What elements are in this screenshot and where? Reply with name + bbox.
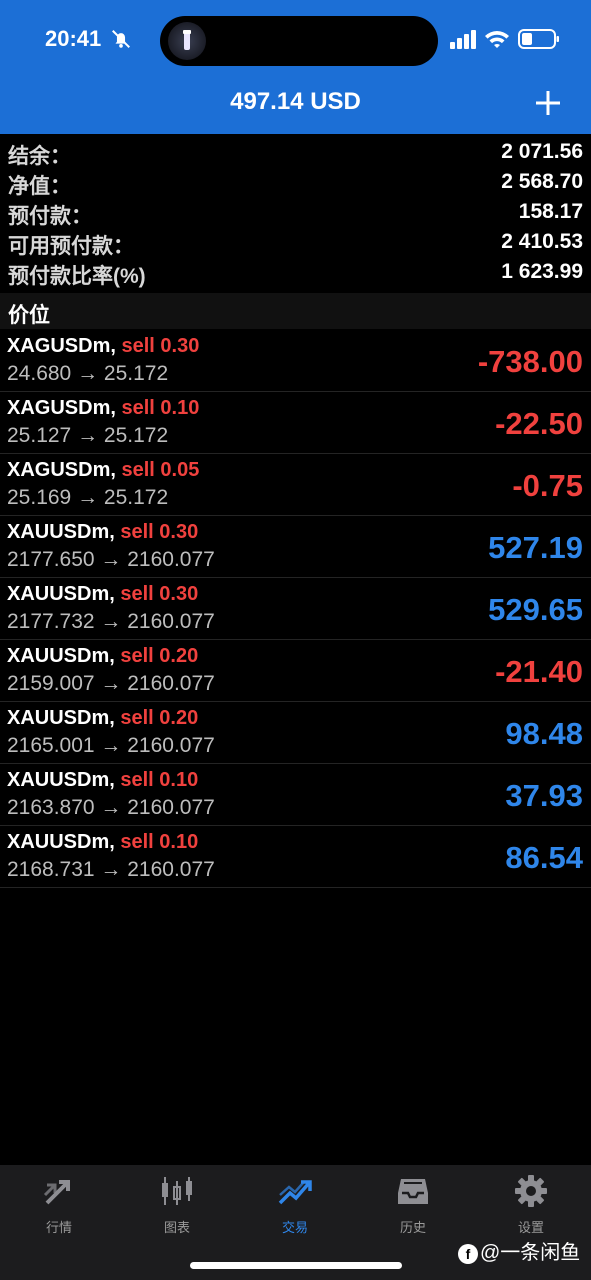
- position-row[interactable]: XAUUSDm, sell 0.30 2177.650 → 2160.077 5…: [0, 516, 591, 578]
- position-prices: 25.169 → 25.172: [7, 486, 169, 509]
- position-prices: 2165.001 → 2160.077: [7, 734, 215, 757]
- position-row[interactable]: XAUUSDm, sell 0.20 2165.001 → 2160.077 9…: [0, 702, 591, 764]
- position-symbol: XAUUSDm,: [7, 583, 115, 605]
- positions-list: XAGUSDm, sell 0.30 24.680 → 25.172 -738.…: [0, 330, 591, 888]
- summary-row-free-margin: 可用预付款： 2 410.53: [0, 228, 591, 258]
- account-summary: 结余： 2 071.56 净值： 2 568.70 预付款： 158.17 可用…: [0, 138, 591, 288]
- flashlight-icon: [168, 22, 206, 60]
- position-symbol: XAGUSDm,: [7, 397, 116, 419]
- tab-settings[interactable]: 设置: [472, 1173, 590, 1239]
- position-side: sell 0.10: [120, 769, 199, 791]
- candlestick-chart-icon: [162, 1177, 192, 1205]
- positions-section-header: 价位: [0, 293, 591, 329]
- position-side: sell 0.05: [121, 459, 200, 481]
- position-row[interactable]: XAUUSDm, sell 0.10 2168.731 → 2160.077 8…: [0, 826, 591, 888]
- position-row[interactable]: XAGUSDm, sell 0.30 24.680 → 25.172 -738.…: [0, 330, 591, 392]
- position-side: sell 0.10: [120, 831, 199, 853]
- position-prices: 25.127 → 25.172: [7, 424, 169, 447]
- summary-value: 1 623.99: [501, 260, 583, 283]
- position-row[interactable]: XAGUSDm, sell 0.05 25.169 → 25.172 -0.75: [0, 454, 591, 516]
- position-symbol: XAUUSDm,: [7, 707, 115, 729]
- position-profit: 37.93: [505, 778, 583, 813]
- account-profit-title: 497.14 USD: [230, 88, 361, 115]
- tab-quotes[interactable]: 行情: [0, 1173, 118, 1239]
- gear-icon: [515, 1175, 547, 1207]
- position-profit: -0.75: [512, 468, 583, 503]
- summary-label: 预付款比率(%): [8, 265, 146, 288]
- position-profit: -22.50: [495, 406, 583, 441]
- tab-label: 设置: [517, 1220, 544, 1235]
- top-header: 20:41 497.14 USD: [0, 0, 591, 134]
- summary-value: 2 071.56: [501, 140, 583, 163]
- summary-label: 净值：: [8, 175, 71, 198]
- watermark-text: @一条闲鱼: [480, 1242, 581, 1264]
- status-time: 20:41: [45, 26, 102, 51]
- position-side: sell 0.20: [120, 645, 199, 667]
- position-row[interactable]: XAUUSDm, sell 0.20 2159.007 → 2160.077 -…: [0, 640, 591, 702]
- position-profit: 86.54: [505, 840, 583, 875]
- position-prices: 24.680 → 25.172: [7, 362, 169, 385]
- summary-value: 2 568.70: [501, 170, 583, 193]
- add-order-button[interactable]: [534, 89, 562, 117]
- tab-history[interactable]: 历史: [354, 1173, 472, 1239]
- position-prices: 2168.731 → 2160.077: [7, 858, 215, 881]
- tab-trade[interactable]: 交易: [236, 1173, 354, 1239]
- wifi-icon: [485, 31, 509, 48]
- position-profit: -21.40: [495, 654, 583, 689]
- position-side: sell 0.20: [120, 707, 199, 729]
- summary-row-margin-level: 预付款比率(%) 1 623.99: [0, 258, 591, 288]
- summary-value: 2 410.53: [501, 230, 583, 253]
- summary-label: 结余：: [8, 145, 71, 168]
- position-side: sell 0.10: [121, 397, 200, 419]
- position-prices: 2177.732 → 2160.077: [7, 610, 215, 633]
- position-side: sell 0.30: [120, 583, 199, 605]
- position-profit: 529.65: [488, 592, 583, 627]
- trade-chart-icon: [278, 1180, 312, 1205]
- summary-label: 可用预付款：: [8, 235, 134, 258]
- bell-off-icon: [112, 30, 130, 48]
- battery-icon: [518, 29, 559, 49]
- position-prices: 2177.650 → 2160.077: [7, 548, 215, 571]
- position-prices: 2159.007 → 2160.077: [7, 672, 215, 695]
- position-row[interactable]: XAUUSDm, sell 0.10 2163.870 → 2160.077 3…: [0, 764, 591, 826]
- tab-label: 行情: [45, 1220, 72, 1235]
- position-symbol: XAUUSDm,: [7, 769, 115, 791]
- position-row[interactable]: XAUUSDm, sell 0.30 2177.732 → 2160.077 5…: [0, 578, 591, 640]
- summary-value: 158.17: [518, 200, 583, 223]
- position-prices: 2163.870 → 2160.077: [7, 796, 215, 819]
- tab-label: 交易: [281, 1220, 308, 1235]
- position-profit: -738.00: [477, 344, 583, 379]
- watermark: f @一条闲鱼: [458, 1236, 580, 1265]
- position-profit: 527.19: [488, 530, 583, 565]
- position-profit: 98.48: [505, 716, 583, 751]
- summary-row-margin: 预付款： 158.17: [0, 198, 591, 228]
- summary-label: 预付款：: [8, 205, 92, 228]
- home-indicator[interactable]: [190, 1262, 402, 1269]
- position-symbol: XAUUSDm,: [7, 645, 115, 667]
- tab-label: 历史: [399, 1220, 426, 1235]
- summary-row-equity: 净值： 2 568.70: [0, 168, 591, 198]
- tab-charts[interactable]: 图表: [118, 1173, 236, 1239]
- position-side: sell 0.30: [121, 335, 200, 357]
- position-row[interactable]: XAGUSDm, sell 0.10 25.127 → 25.172 -22.5…: [0, 392, 591, 454]
- position-side: sell 0.30: [120, 521, 199, 543]
- tab-label: 图表: [163, 1220, 190, 1235]
- section-title: 价位: [8, 304, 50, 327]
- position-symbol: XAUUSDm,: [7, 521, 115, 543]
- social-logo-icon: f: [458, 1243, 478, 1264]
- quotes-arrows-icon: [43, 1180, 70, 1205]
- history-inbox-icon: [398, 1179, 428, 1204]
- position-symbol: XAUUSDm,: [7, 831, 115, 853]
- cellular-signal-icon: [450, 30, 476, 49]
- summary-row-balance: 结余： 2 071.56: [0, 138, 591, 168]
- position-symbol: XAGUSDm,: [7, 459, 116, 481]
- position-symbol: XAGUSDm,: [7, 335, 116, 357]
